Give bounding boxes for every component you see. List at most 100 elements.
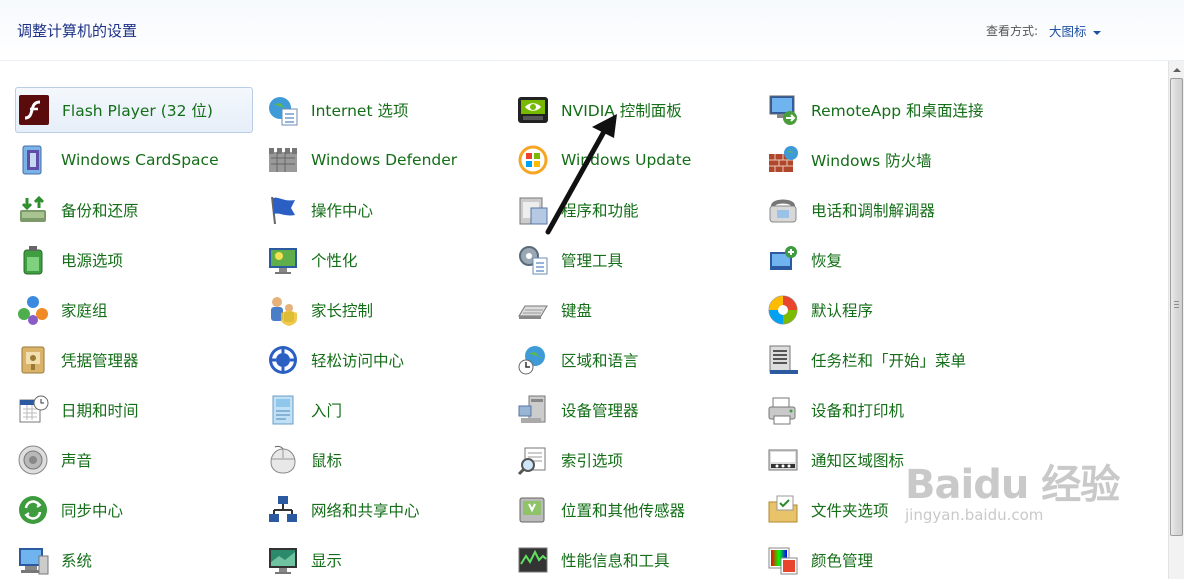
control-panel-item[interactable]: NVIDIA 控制面板 — [515, 87, 753, 133]
printer-icon — [767, 394, 799, 426]
control-panel-item[interactable]: 程序和功能 — [515, 187, 753, 233]
control-panel-item[interactable]: Windows Update — [515, 137, 753, 183]
control-panel-item-label: 电源选项 — [61, 252, 124, 270]
admin-tools-icon — [517, 244, 549, 276]
control-panel-item[interactable]: 设备和打印机 — [765, 387, 1003, 433]
control-panel-item[interactable]: 备份和还原 — [15, 187, 253, 233]
control-panel-item-label: 位置和其他传感器 — [561, 502, 686, 520]
control-panel-item[interactable]: 颜色管理 — [765, 537, 1003, 583]
control-panel-item[interactable]: 通知区域图标 — [765, 437, 1003, 483]
control-panel-item[interactable]: 设备管理器 — [515, 387, 753, 433]
power-icon — [17, 244, 49, 276]
control-panel-item-label: 设备和打印机 — [811, 402, 905, 420]
control-panel-item[interactable]: 区域和语言 — [515, 337, 753, 383]
backup-icon — [17, 194, 49, 226]
control-panel-item[interactable]: Windows CardSpace — [15, 137, 253, 183]
control-panel-item[interactable]: 家庭组 — [15, 287, 253, 333]
display-icon — [267, 544, 299, 576]
control-panel-item-label: 任务栏和「开始」菜单 — [811, 352, 967, 370]
control-panel-item-label: RemoteApp 和桌面连接 — [811, 102, 984, 120]
control-panel-item[interactable]: 同步中心 — [15, 487, 253, 533]
control-panel-item[interactable]: 文件夹选项 — [765, 487, 1003, 533]
control-panel-item[interactable]: 索引选项 — [515, 437, 753, 483]
control-panel-item[interactable]: 家长控制 — [265, 287, 503, 333]
control-panel-item[interactable]: 鼠标 — [265, 437, 503, 483]
control-panel-item[interactable]: 显示 — [265, 537, 503, 583]
control-panel-item[interactable]: Internet 选项 — [265, 87, 503, 133]
cardspace-icon — [17, 144, 49, 176]
control-panel-item[interactable]: 凭据管理器 — [15, 337, 253, 383]
recovery-icon — [767, 244, 799, 276]
region-language-icon — [517, 344, 549, 376]
control-panel-item[interactable]: 位置和其他传感器 — [515, 487, 753, 533]
control-panel-item-label: 索引选项 — [561, 452, 624, 470]
windows-update-icon — [517, 144, 549, 176]
device-manager-icon — [517, 394, 549, 426]
control-panel-item-label: 文件夹选项 — [811, 502, 889, 520]
control-panel-item-label: 电话和调制解调器 — [811, 202, 936, 220]
control-panel-item-label: 入门 — [311, 402, 343, 420]
control-panel-item-label: 家庭组 — [61, 302, 108, 320]
control-panel-item-label: 默认程序 — [811, 302, 874, 320]
control-panel-item-label: 恢复 — [811, 252, 843, 270]
control-panel-item[interactable]: Windows Defender — [265, 137, 503, 183]
taskbar-icon — [767, 344, 799, 376]
control-panel-item[interactable]: 电源选项 — [15, 237, 253, 283]
control-panel-item[interactable]: 电话和调制解调器 — [765, 187, 1003, 233]
phone-modem-icon — [767, 194, 799, 226]
control-panel-item[interactable]: 个性化 — [265, 237, 503, 283]
control-panel-item-label: Internet 选项 — [311, 102, 409, 120]
control-panel-item-label: Windows 防火墙 — [811, 152, 932, 170]
credential-icon — [17, 344, 49, 376]
control-panel-item[interactable]: 键盘 — [515, 287, 753, 333]
control-panel-item-label: 性能信息和工具 — [561, 552, 670, 570]
control-panel-item[interactable]: 轻松访问中心 — [265, 337, 503, 383]
control-panel-item-label: 操作中心 — [311, 202, 374, 220]
vertical-scrollbar[interactable] — [1168, 61, 1184, 579]
control-panel-item-label: 设备管理器 — [561, 402, 639, 420]
control-panel-item[interactable]: 管理工具 — [515, 237, 753, 283]
scroll-up-button[interactable] — [1169, 61, 1184, 78]
system-icon — [17, 544, 49, 576]
control-panel-item-label: 颜色管理 — [811, 552, 874, 570]
control-panel-item[interactable]: 日期和时间 — [15, 387, 253, 433]
date-time-icon — [17, 394, 49, 426]
sync-icon — [17, 494, 49, 526]
view-by-dropdown[interactable]: 大图标 — [1049, 21, 1101, 40]
control-panel-item-label: 日期和时间 — [61, 402, 139, 420]
control-panel-item-label: 区域和语言 — [561, 352, 639, 370]
color-management-icon — [767, 544, 799, 576]
performance-icon — [517, 544, 549, 576]
programs-icon — [517, 194, 549, 226]
control-panel-item-label: 网络和共享中心 — [311, 502, 420, 520]
getting-started-icon — [267, 394, 299, 426]
page-title: 调整计算机的设置 — [17, 22, 138, 40]
control-panel-item-label: 同步中心 — [61, 502, 124, 520]
network-icon — [267, 494, 299, 526]
defender-icon — [267, 144, 299, 176]
control-panel-item-label: 系统 — [61, 552, 93, 570]
control-panel-item[interactable]: 网络和共享中心 — [265, 487, 503, 533]
control-panel-item[interactable]: 性能信息和工具 — [515, 537, 753, 583]
indexing-icon — [517, 444, 549, 476]
control-panel-item[interactable]: 默认程序 — [765, 287, 1003, 333]
control-panel-item[interactable]: 声音 — [15, 437, 253, 483]
flash-player-icon — [18, 94, 50, 126]
header-bar: 调整计算机的设置 查看方式: 大图标 — [0, 0, 1184, 61]
control-panel-item[interactable]: 恢复 — [765, 237, 1003, 283]
personalization-icon — [267, 244, 299, 276]
control-panel-item-label: Windows CardSpace — [61, 151, 219, 169]
control-panel-item[interactable]: Windows 防火墙 — [765, 137, 1003, 183]
control-panel-item-label: Windows Update — [561, 151, 692, 169]
scroll-thumb[interactable] — [1170, 78, 1183, 536]
mouse-icon — [267, 444, 299, 476]
control-panel-item[interactable]: 入门 — [265, 387, 503, 433]
control-panel-item[interactable]: Flash Player (32 位) — [15, 87, 253, 133]
control-panel-item-label: NVIDIA 控制面板 — [561, 102, 682, 120]
control-panel-item[interactable]: RemoteApp 和桌面连接 — [765, 87, 1003, 133]
control-panel-item-label: 声音 — [61, 452, 93, 470]
control-panel-item[interactable]: 任务栏和「开始」菜单 — [765, 337, 1003, 383]
control-panel-item-label: 管理工具 — [561, 252, 624, 270]
control-panel-item[interactable]: 操作中心 — [265, 187, 503, 233]
control-panel-item[interactable]: 系统 — [15, 537, 253, 583]
